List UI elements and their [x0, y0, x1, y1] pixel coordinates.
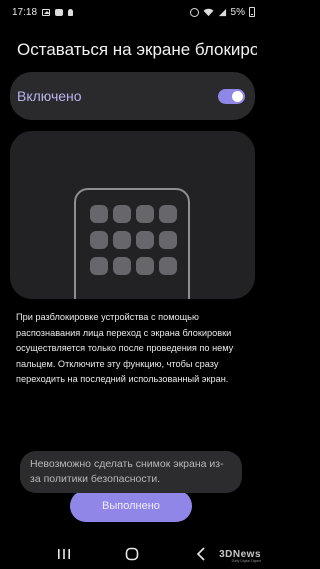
- chat-icon: [55, 8, 64, 16]
- lock-screen-illustration: [10, 131, 255, 299]
- done-button[interactable]: Выполнено: [70, 490, 192, 522]
- toggle-label: Включено: [17, 88, 82, 104]
- app-icon: [90, 231, 108, 249]
- app-grid: [90, 205, 177, 275]
- app-icon: [136, 231, 154, 249]
- page-title: Оставаться на экране блокиров...: [17, 40, 257, 59]
- wifi-icon: [203, 8, 213, 16]
- alarm-icon: [189, 7, 199, 17]
- home-icon[interactable]: [122, 544, 142, 564]
- app-icon: [136, 205, 154, 223]
- app-icon: [136, 257, 154, 275]
- watermark-main: 3DNews: [219, 549, 261, 560]
- signal-icon: [218, 8, 226, 16]
- app-icon: [113, 205, 131, 223]
- screenshot-blocked-toast: Невозможно сделать снимок экрана из-за п…: [20, 451, 242, 493]
- description-text: При разблокировке устройства с помощью р…: [16, 312, 234, 384]
- app-icon: [159, 231, 177, 249]
- app-icon: [90, 257, 108, 275]
- app-icon: [159, 257, 177, 275]
- image-icon: [42, 8, 51, 16]
- recents-icon[interactable]: [54, 544, 74, 564]
- status-bar-right: 5%: [189, 6, 255, 18]
- toggle-knob: [232, 90, 243, 102]
- app-icon: [113, 257, 131, 275]
- toggle-switch[interactable]: [218, 88, 245, 104]
- back-icon[interactable]: [191, 544, 211, 564]
- app-icon: [113, 231, 131, 249]
- master-toggle-row[interactable]: Включено: [10, 72, 255, 120]
- battery-icon: [249, 7, 255, 17]
- status-bar-left: 17:18: [12, 6, 74, 18]
- screen: 17:18 5% Оставаться на экране блокиров..…: [0, 0, 265, 569]
- app-icon: [159, 205, 177, 223]
- battery-percent: 5%: [230, 6, 245, 18]
- status-bar: 17:18 5%: [0, 0, 265, 24]
- watermark-logo: 3DNews Daily Digital Digest: [219, 549, 261, 565]
- bulb-icon: [68, 8, 74, 16]
- app-icon: [90, 205, 108, 223]
- status-time: 17:18: [12, 6, 38, 18]
